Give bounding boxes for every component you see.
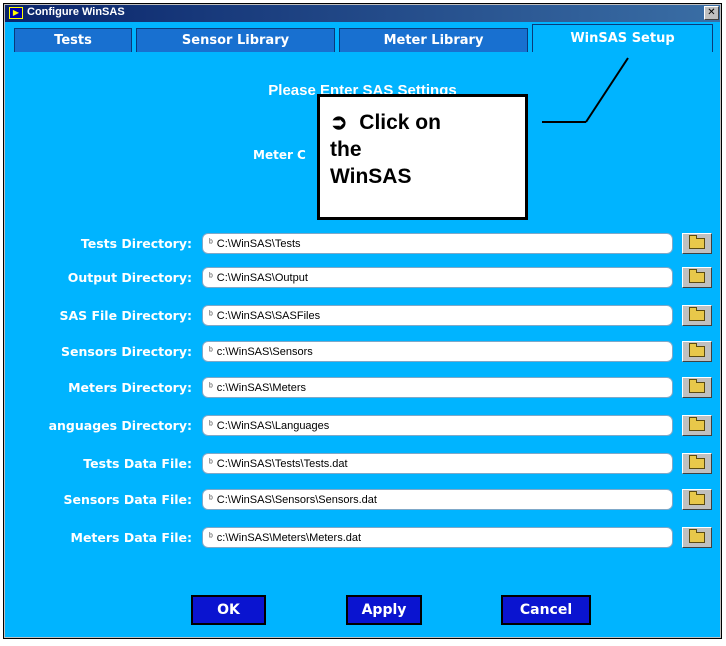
path-icon: ᵇ: [209, 420, 213, 431]
sas-file-directory-value: C:\WinSAS\SASFiles: [216, 309, 321, 322]
folder-icon: [689, 307, 705, 321]
meters-data-file-value: c:\WinSAS\Meters\Meters.dat: [216, 531, 362, 544]
meters-directory-value: c:\WinSAS\Meters: [216, 381, 307, 394]
app-icon: ▶: [9, 7, 23, 19]
meters-data-file-browse-button[interactable]: [682, 527, 712, 548]
sensors-data-file-browse-button[interactable]: [682, 489, 712, 510]
ok-button[interactable]: OK: [191, 595, 266, 625]
window-title: Configure WinSAS: [27, 6, 125, 18]
close-button[interactable]: ✕: [704, 6, 719, 20]
tests-data-file-field[interactable]: ᵇ C:\WinSAS\Tests\Tests.dat: [202, 453, 673, 474]
tab-sensor-library[interactable]: Sensor Library: [136, 28, 335, 52]
sas-file-directory-label: SAS File Directory:: [59, 308, 192, 323]
meters-data-file-field[interactable]: ᵇ c:\WinSAS\Meters\Meters.dat: [202, 527, 673, 548]
path-icon: ᵇ: [209, 494, 213, 505]
callout-line-2: the: [330, 138, 362, 161]
tab-winsas-setup[interactable]: WinSAS Setup: [532, 24, 713, 52]
meter-label: Meter C: [253, 148, 306, 162]
languages-directory-value: C:\WinSAS\Languages: [216, 419, 330, 432]
folder-icon: [689, 529, 705, 543]
sensors-directory-value: c:\WinSAS\Sensors: [216, 345, 313, 358]
sensors-data-file-field[interactable]: ᵇ C:\WinSAS\Sensors\Sensors.dat: [202, 489, 673, 510]
path-icon: ᵇ: [209, 238, 213, 249]
folder-icon: [689, 379, 705, 393]
languages-directory-label: anguages Directory:: [48, 418, 192, 433]
instruction-callout: ➲ Click on the WinSAS: [317, 94, 528, 220]
tab-tests[interactable]: Tests: [14, 28, 132, 52]
path-icon: ᵇ: [209, 458, 213, 469]
tests-directory-label: Tests Directory:: [80, 236, 192, 251]
meters-directory-browse-button[interactable]: [682, 377, 712, 398]
sas-file-directory-browse-button[interactable]: [682, 305, 712, 326]
folder-icon: [689, 269, 705, 283]
sensors-data-file-label: Sensors Data File:: [63, 492, 192, 507]
meters-data-file-label: Meters Data File:: [70, 530, 192, 545]
sas-file-directory-field[interactable]: ᵇ C:\WinSAS\SASFiles: [202, 305, 673, 326]
folder-icon: [689, 455, 705, 469]
tests-data-file-value: C:\WinSAS\Tests\Tests.dat: [216, 457, 348, 470]
path-icon: ᵇ: [209, 382, 213, 393]
meters-directory-label: Meters Directory:: [68, 380, 192, 395]
path-icon: ᵇ: [209, 532, 213, 543]
output-directory-field[interactable]: ᵇ C:\WinSAS\Output: [202, 267, 673, 288]
folder-icon: [689, 235, 705, 249]
path-icon: ᵇ: [209, 310, 213, 321]
folder-icon: [689, 491, 705, 505]
callout-line-3: WinSAS: [330, 165, 412, 188]
sensors-directory-field[interactable]: ᵇ c:\WinSAS\Sensors: [202, 341, 673, 362]
tests-data-file-label: Tests Data File:: [83, 456, 192, 471]
sensors-directory-browse-button[interactable]: [682, 341, 712, 362]
arrow-icon: ➲: [330, 111, 348, 134]
apply-button[interactable]: Apply: [346, 595, 422, 625]
path-icon: ᵇ: [209, 346, 213, 357]
folder-icon: [689, 417, 705, 431]
tests-data-file-browse-button[interactable]: [682, 453, 712, 474]
tests-directory-value: C:\WinSAS\Tests: [216, 237, 301, 250]
tests-directory-browse-button[interactable]: [682, 233, 712, 254]
sensors-directory-label: Sensors Directory:: [61, 344, 192, 359]
tab-meter-library[interactable]: Meter Library: [339, 28, 528, 52]
folder-icon: [689, 343, 705, 357]
output-directory-browse-button[interactable]: [682, 267, 712, 288]
title-bar[interactable]: ▶ Configure WinSAS ✕: [5, 5, 720, 22]
path-icon: ᵇ: [209, 272, 213, 283]
callout-text-1: Click on: [359, 111, 441, 134]
sensors-data-file-value: C:\WinSAS\Sensors\Sensors.dat: [216, 493, 377, 506]
output-directory-label: Output Directory:: [67, 270, 192, 285]
output-directory-value: C:\WinSAS\Output: [216, 271, 308, 284]
cancel-button[interactable]: Cancel: [501, 595, 591, 625]
callout-line-1: ➲ Click on: [330, 109, 515, 136]
tab-bar: Tests Sensor Library Meter Library WinSA…: [5, 22, 720, 52]
tests-directory-field[interactable]: ᵇ C:\WinSAS\Tests: [202, 233, 673, 254]
languages-directory-browse-button[interactable]: [682, 415, 712, 436]
languages-directory-field[interactable]: ᵇ C:\WinSAS\Languages: [202, 415, 673, 436]
meters-directory-field[interactable]: ᵇ c:\WinSAS\Meters: [202, 377, 673, 398]
